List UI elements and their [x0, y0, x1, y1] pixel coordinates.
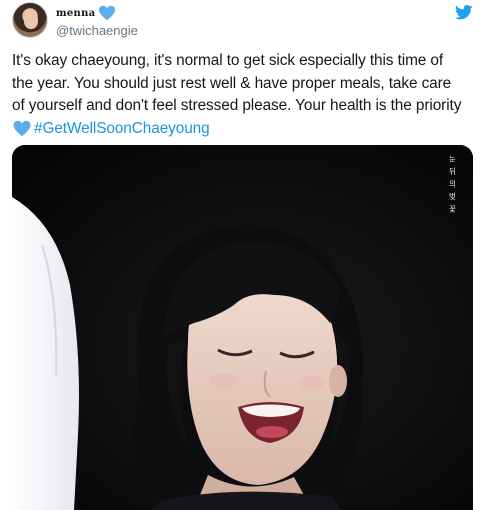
- tweet-text: It's okay chaeyoung, it's normal to get …: [12, 50, 484, 140]
- tweet-text-line-1: It's okay chaeyoung, it's normal to get …: [12, 52, 444, 69]
- blue-heart-icon: [13, 121, 31, 137]
- avatar[interactable]: [12, 2, 48, 38]
- hashtag-line: #GetWellSoonChaeyoung: [12, 118, 484, 141]
- display-name[interactable]: menna: [56, 8, 95, 19]
- tweet-text-line-3: of yourself and don't feel stressed plea…: [12, 97, 462, 114]
- tweet-photo[interactable]: 눈뒤의벚꽃: [12, 145, 473, 510]
- twitter-bird-icon[interactable]: [455, 5, 473, 20]
- author-name-row[interactable]: menna: [56, 4, 116, 22]
- photo-of-laughing-person: [12, 145, 473, 510]
- user-handle[interactable]: @twichaengie: [56, 23, 138, 38]
- blue-heart-icon: [99, 5, 116, 21]
- photo-watermark: 눈뒤의벚꽃: [448, 155, 457, 218]
- tweet-text-line-2: the year. You should just rest well & ha…: [12, 74, 452, 92]
- tweet-card: menna @twichaengie It's okay chaeyoung, …: [0, 0, 490, 510]
- hashtag-link[interactable]: #GetWellSoonChaeyoung: [34, 118, 210, 141]
